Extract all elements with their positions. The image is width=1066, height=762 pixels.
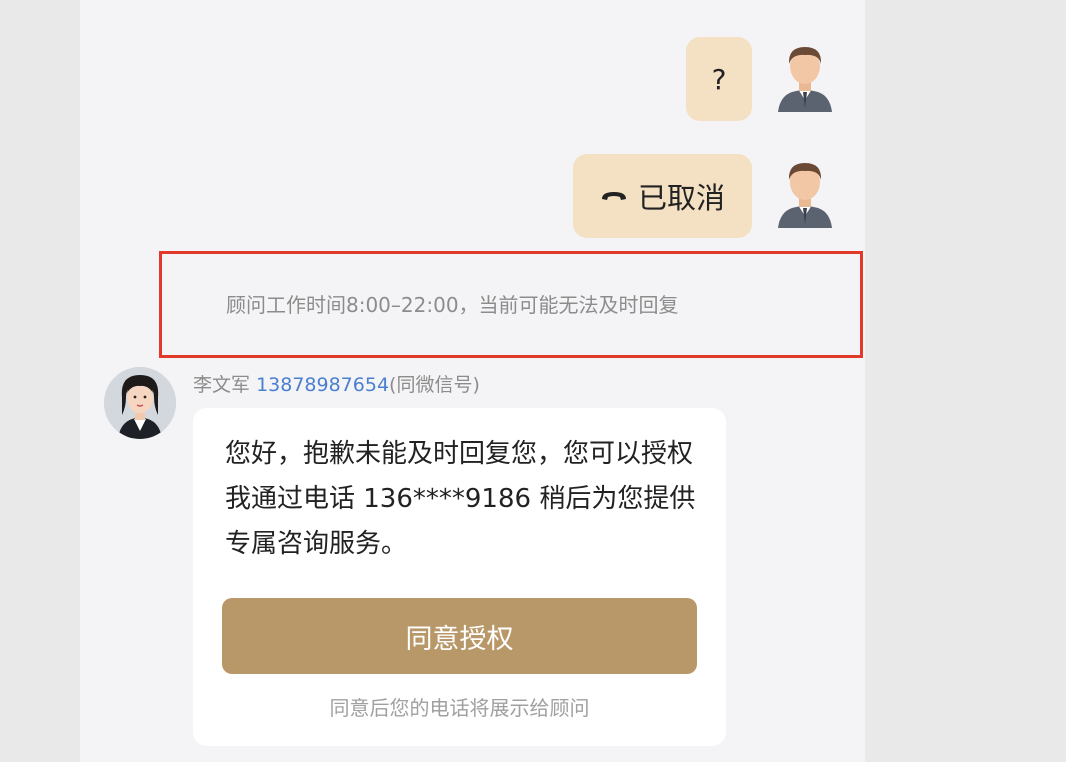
agent-phone-link[interactable]: 13878987654 [256, 374, 389, 396]
call-status-bubble[interactable]: 已取消 [573, 154, 752, 238]
working-hours-notice: 顾问工作时间8:00–22:00，当前可能无法及时回复 [226, 293, 679, 317]
authorization-card: 您好，抱歉未能及时回复您，您可以授权我通过电话 136****9186 稍后为您… [193, 408, 726, 746]
agree-authorize-button[interactable]: 同意授权 [222, 598, 697, 674]
agent-name: 李文军 [193, 374, 251, 396]
agent-avatar[interactable] [104, 367, 176, 439]
female-agent-avatar-icon [104, 367, 176, 439]
card-footnote: 同意后您的电话将展示给顾问 [329, 696, 590, 720]
user-avatar[interactable] [774, 158, 836, 228]
message-text: ? [711, 62, 727, 96]
user-avatar[interactable] [774, 42, 836, 112]
hang-up-phone-icon [601, 192, 626, 200]
card-message-text: 您好，抱歉未能及时回复您，您可以授权我通过电话 136****9186 稍后为您… [225, 439, 696, 559]
chat-area: ? 已取消 顾问工作时间8:00–22:00，当前可能无法及时回复 李文军 13… [80, 0, 865, 762]
outgoing-message-bubble[interactable]: ? [686, 37, 752, 121]
call-status-text: 已取消 [637, 181, 725, 215]
agent-info: 李文军 13878987654(同微信号) [193, 370, 480, 397]
agent-phone-note: (同微信号) [389, 374, 480, 396]
